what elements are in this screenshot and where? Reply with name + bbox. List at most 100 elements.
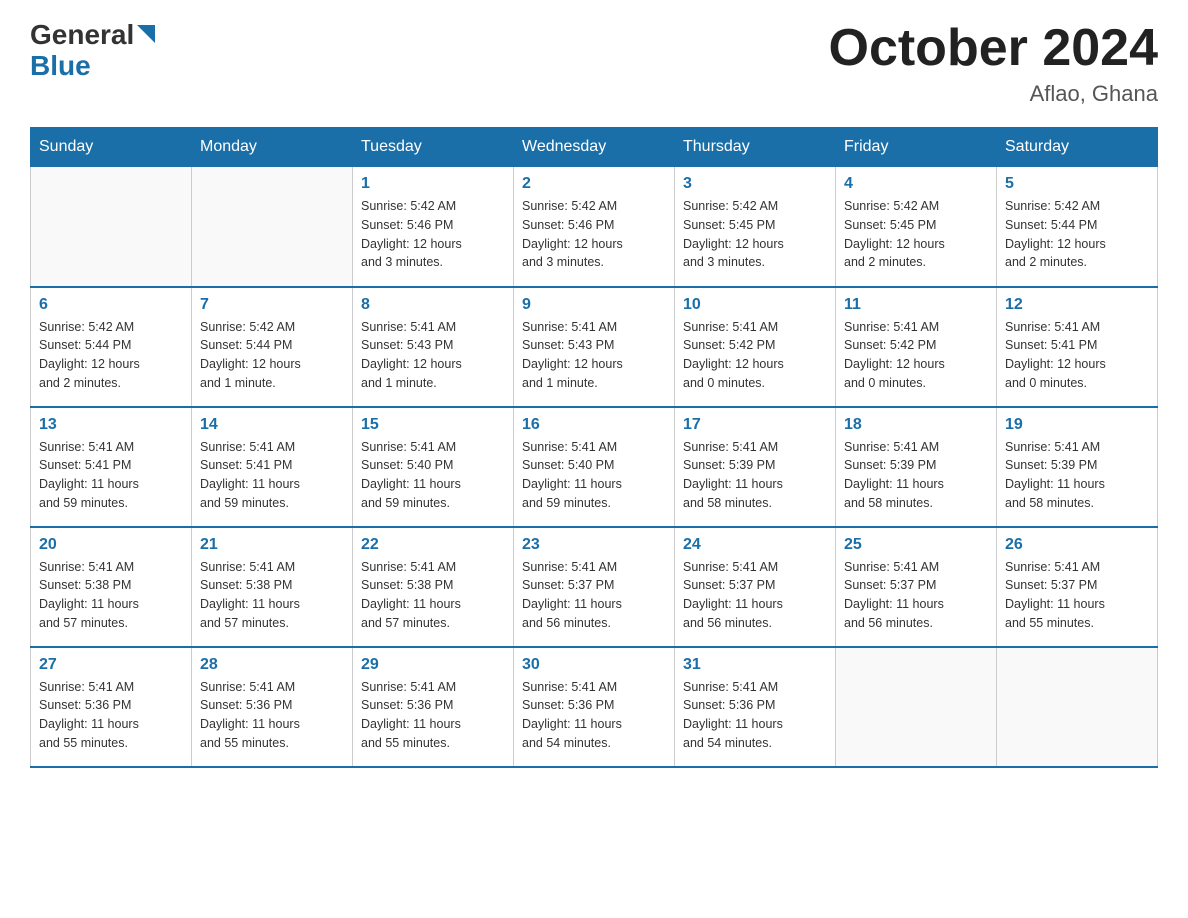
calendar-cell: 13 Sunrise: 5:41 AM Sunset: 5:41 PM Dayli… xyxy=(31,407,192,527)
week-row-5: 27 Sunrise: 5:41 AM Sunset: 5:36 PM Dayli… xyxy=(31,647,1158,767)
calendar-cell: 17Sunrise: 5:41 AM Sunset: 5:39 PM Dayli… xyxy=(675,407,836,527)
day-number: 25 xyxy=(844,536,988,554)
day-number: 19 xyxy=(1005,416,1149,434)
day-number: 14 xyxy=(200,416,344,434)
week-row-2: 6 Sunrise: 5:42 AM Sunset: 5:44 PM Daylig… xyxy=(31,287,1158,407)
logo: General Blue xyxy=(30,20,155,82)
day-info: Sunrise: 5:42 AM Sunset: 5:45 PM Dayligh… xyxy=(683,197,827,272)
calendar-cell: 23Sunrise: 5:41 AM Sunset: 5:37 PM Dayli… xyxy=(514,527,675,647)
day-info: Sunrise: 5:41 AM Sunset: 5:39 PM Dayligh… xyxy=(1005,438,1149,513)
day-number: 6 xyxy=(39,296,183,314)
calendar-cell: 21 Sunrise: 5:41 AM Sunset: 5:38 PM Dayli… xyxy=(192,527,353,647)
calendar-cell xyxy=(192,167,353,287)
day-info: Sunrise: 5:42 AM Sunset: 5:44 PM Dayligh… xyxy=(1005,197,1149,272)
day-info: Sunrise: 5:41 AM Sunset: 5:39 PM Dayligh… xyxy=(683,438,827,513)
day-info: Sunrise: 5:42 AM Sunset: 5:46 PM Dayligh… xyxy=(522,197,666,272)
day-number: 15 xyxy=(361,416,505,434)
week-row-4: 20 Sunrise: 5:41 AM Sunset: 5:38 PM Dayli… xyxy=(31,527,1158,647)
day-info: Sunrise: 5:41 AM Sunset: 5:37 PM Dayligh… xyxy=(683,558,827,633)
day-info: Sunrise: 5:41 AM Sunset: 5:40 PM Dayligh… xyxy=(522,438,666,513)
calendar-cell: 7Sunrise: 5:42 AM Sunset: 5:44 PM Daylig… xyxy=(192,287,353,407)
logo-blue: Blue xyxy=(30,50,91,81)
day-number: 29 xyxy=(361,656,505,674)
header-thursday: Thursday xyxy=(675,128,836,167)
day-info: Sunrise: 5:41 AM Sunset: 5:36 PM Dayligh… xyxy=(200,678,344,753)
day-number: 7 xyxy=(200,296,344,314)
day-number: 10 xyxy=(683,296,827,314)
day-number: 24 xyxy=(683,536,827,554)
calendar-cell: 26 Sunrise: 5:41 AM Sunset: 5:37 PM Dayli… xyxy=(997,527,1158,647)
day-info: Sunrise: 5:41 AM Sunset: 5:41 PM Dayligh… xyxy=(1005,318,1149,393)
day-info: Sunrise: 5:41 AM Sunset: 5:43 PM Dayligh… xyxy=(361,318,505,393)
calendar-cell xyxy=(836,647,997,767)
day-info: Sunrise: 5:42 AM Sunset: 5:45 PM Dayligh… xyxy=(844,197,988,272)
day-info: Sunrise: 5:41 AM Sunset: 5:36 PM Dayligh… xyxy=(522,678,666,753)
calendar-cell: 1 Sunrise: 5:42 AM Sunset: 5:46 PM Daylig… xyxy=(353,167,514,287)
calendar-cell: 24 Sunrise: 5:41 AM Sunset: 5:37 PM Dayli… xyxy=(675,527,836,647)
day-info: Sunrise: 5:41 AM Sunset: 5:36 PM Dayligh… xyxy=(683,678,827,753)
day-number: 21 xyxy=(200,536,344,554)
calendar-cell: 27 Sunrise: 5:41 AM Sunset: 5:36 PM Dayli… xyxy=(31,647,192,767)
calendar-cell: 2 Sunrise: 5:42 AM Sunset: 5:46 PM Daylig… xyxy=(514,167,675,287)
day-info: Sunrise: 5:41 AM Sunset: 5:41 PM Dayligh… xyxy=(39,438,183,513)
day-info: Sunrise: 5:41 AM Sunset: 5:36 PM Dayligh… xyxy=(361,678,505,753)
day-number: 12 xyxy=(1005,296,1149,314)
day-info: Sunrise: 5:42 AM Sunset: 5:44 PM Dayligh… xyxy=(39,318,183,393)
day-number: 16 xyxy=(522,416,666,434)
day-number: 13 xyxy=(39,416,183,434)
calendar-cell: 29 Sunrise: 5:41 AM Sunset: 5:36 PM Dayli… xyxy=(353,647,514,767)
day-info: Sunrise: 5:41 AM Sunset: 5:43 PM Dayligh… xyxy=(522,318,666,393)
day-number: 1 xyxy=(361,175,505,193)
day-number: 18 xyxy=(844,416,988,434)
calendar-cell: 31Sunrise: 5:41 AM Sunset: 5:36 PM Dayli… xyxy=(675,647,836,767)
page-header: General Blue October 2024 Aflao, Ghana xyxy=(30,20,1158,107)
day-number: 23 xyxy=(522,536,666,554)
logo-general: General xyxy=(30,20,134,51)
day-info: Sunrise: 5:41 AM Sunset: 5:42 PM Dayligh… xyxy=(844,318,988,393)
day-number: 4 xyxy=(844,175,988,193)
calendar-header-row: SundayMondayTuesdayWednesdayThursdayFrid… xyxy=(31,128,1158,167)
day-number: 27 xyxy=(39,656,183,674)
day-info: Sunrise: 5:41 AM Sunset: 5:41 PM Dayligh… xyxy=(200,438,344,513)
day-number: 9 xyxy=(522,296,666,314)
calendar-cell: 12 Sunrise: 5:41 AM Sunset: 5:41 PM Dayli… xyxy=(997,287,1158,407)
header-saturday: Saturday xyxy=(997,128,1158,167)
calendar-cell: 4 Sunrise: 5:42 AM Sunset: 5:45 PM Daylig… xyxy=(836,167,997,287)
day-number: 30 xyxy=(522,656,666,674)
calendar-cell: 3 Sunrise: 5:42 AM Sunset: 5:45 PM Daylig… xyxy=(675,167,836,287)
location: Aflao, Ghana xyxy=(829,81,1159,107)
calendar-cell: 22Sunrise: 5:41 AM Sunset: 5:38 PM Dayli… xyxy=(353,527,514,647)
calendar-cell: 8Sunrise: 5:41 AM Sunset: 5:43 PM Daylig… xyxy=(353,287,514,407)
day-info: Sunrise: 5:41 AM Sunset: 5:36 PM Dayligh… xyxy=(39,678,183,753)
header-sunday: Sunday xyxy=(31,128,192,167)
calendar-cell: 14 Sunrise: 5:41 AM Sunset: 5:41 PM Dayli… xyxy=(192,407,353,527)
day-number: 26 xyxy=(1005,536,1149,554)
calendar-cell: 20 Sunrise: 5:41 AM Sunset: 5:38 PM Dayli… xyxy=(31,527,192,647)
day-number: 28 xyxy=(200,656,344,674)
day-info: Sunrise: 5:41 AM Sunset: 5:40 PM Dayligh… xyxy=(361,438,505,513)
title-block: October 2024 Aflao, Ghana xyxy=(829,20,1159,107)
day-info: Sunrise: 5:41 AM Sunset: 5:42 PM Dayligh… xyxy=(683,318,827,393)
day-info: Sunrise: 5:41 AM Sunset: 5:38 PM Dayligh… xyxy=(361,558,505,633)
day-number: 11 xyxy=(844,296,988,314)
day-info: Sunrise: 5:41 AM Sunset: 5:37 PM Dayligh… xyxy=(844,558,988,633)
calendar-cell: 16 Sunrise: 5:41 AM Sunset: 5:40 PM Dayli… xyxy=(514,407,675,527)
calendar-cell: 30 Sunrise: 5:41 AM Sunset: 5:36 PM Dayli… xyxy=(514,647,675,767)
day-number: 2 xyxy=(522,175,666,193)
day-info: Sunrise: 5:42 AM Sunset: 5:46 PM Dayligh… xyxy=(361,197,505,272)
week-row-1: 1 Sunrise: 5:42 AM Sunset: 5:46 PM Daylig… xyxy=(31,167,1158,287)
calendar-cell: 28 Sunrise: 5:41 AM Sunset: 5:36 PM Dayli… xyxy=(192,647,353,767)
calendar-cell xyxy=(997,647,1158,767)
header-wednesday: Wednesday xyxy=(514,128,675,167)
day-number: 5 xyxy=(1005,175,1149,193)
logo-arrow-icon xyxy=(137,25,155,43)
calendar-cell xyxy=(31,167,192,287)
header-monday: Monday xyxy=(192,128,353,167)
calendar-cell: 11 Sunrise: 5:41 AM Sunset: 5:42 PM Dayli… xyxy=(836,287,997,407)
day-info: Sunrise: 5:41 AM Sunset: 5:37 PM Dayligh… xyxy=(1005,558,1149,633)
day-number: 20 xyxy=(39,536,183,554)
day-info: Sunrise: 5:41 AM Sunset: 5:38 PM Dayligh… xyxy=(200,558,344,633)
day-info: Sunrise: 5:41 AM Sunset: 5:38 PM Dayligh… xyxy=(39,558,183,633)
day-number: 3 xyxy=(683,175,827,193)
calendar-cell: 5 Sunrise: 5:42 AM Sunset: 5:44 PM Daylig… xyxy=(997,167,1158,287)
